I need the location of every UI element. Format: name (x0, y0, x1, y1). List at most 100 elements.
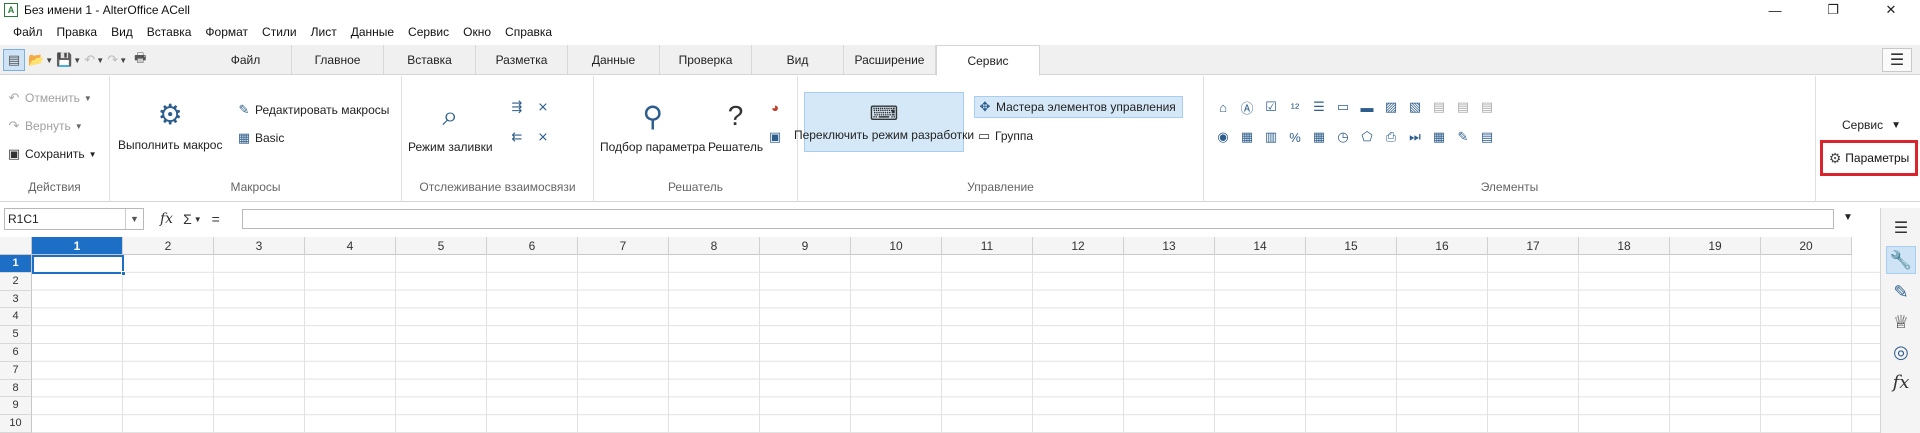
row-header[interactable]: 5 (0, 326, 32, 344)
button-control-icon[interactable]: ▬ (1358, 98, 1376, 116)
trace-dependents-icon[interactable]: ⇇ (508, 128, 526, 146)
remove-dependents-icon[interactable]: ⨯ (534, 128, 552, 146)
design-mode-button[interactable]: ⌨ Переключить режим разработки (794, 92, 974, 152)
gallery-trophy-icon[interactable]: ♕ (1886, 308, 1916, 336)
column-header[interactable]: 14 (1215, 237, 1306, 255)
row-header[interactable]: 7 (0, 361, 32, 380)
menu-data[interactable]: Данные (344, 25, 401, 39)
table-grid-icon[interactable]: ▦ (1430, 128, 1448, 146)
column-header[interactable]: 18 (1579, 237, 1670, 255)
option-button-icon[interactable]: ◉ (1214, 128, 1232, 146)
solver-button[interactable]: ? Решатель (708, 98, 763, 154)
equals-icon[interactable]: = (212, 211, 220, 227)
control-wizards-button[interactable]: ✥ Мастера элементов управления (974, 96, 1183, 118)
menu-help[interactable]: Справка (498, 25, 559, 39)
menu-window[interactable]: Окно (456, 25, 498, 39)
tab-layout[interactable]: Разметка (476, 45, 568, 75)
menu-view[interactable]: Вид (104, 25, 140, 39)
styles-icon[interactable]: ✎ (1886, 278, 1916, 306)
group-box-control-icon[interactable]: ▥ (1262, 128, 1280, 146)
redo-button[interactable]: ↷ Вернуть ▼ (6, 118, 83, 134)
column-header[interactable]: 10 (851, 237, 942, 255)
list-box-icon[interactable]: ☰ (1310, 98, 1328, 116)
row-header[interactable]: 2 (0, 272, 32, 291)
row-header[interactable]: 1 (0, 255, 32, 273)
basic-button[interactable]: ▦ Basic (236, 130, 285, 146)
column-header[interactable]: 1 (32, 237, 123, 255)
column-header[interactable]: 19 (1670, 237, 1761, 255)
combo-box-icon[interactable]: ▦ (1238, 128, 1256, 146)
column-header[interactable]: 11 (942, 237, 1033, 255)
menu-tools[interactable]: Сервис (401, 25, 456, 39)
image-button-icon[interactable]: ▧ (1406, 98, 1424, 116)
solver-chart-icon[interactable]: ◕ (766, 98, 784, 116)
save-icon[interactable]: 💾 ▼ (56, 49, 81, 71)
column-header[interactable]: 16 (1397, 237, 1488, 255)
tab-data[interactable]: Данные (568, 45, 660, 75)
tab-review[interactable]: Проверка (660, 45, 752, 75)
column-header[interactable]: 13 (1124, 237, 1215, 255)
open-folder-icon[interactable]: 📂 ▼ (28, 49, 53, 71)
sum-dropdown-icon[interactable]: ▼ (194, 215, 202, 224)
row-header[interactable]: 6 (0, 343, 32, 362)
column-header[interactable]: 7 (578, 237, 669, 255)
print-icon[interactable]: 🖶 (130, 49, 150, 71)
menu-hamburger-icon[interactable]: ☰ (1882, 48, 1912, 72)
sidebar-menu-icon[interactable]: ☰ (1886, 214, 1916, 242)
save-button[interactable]: ▣ Сохранить ▼ (6, 146, 97, 162)
menu-sheet[interactable]: Лист (304, 25, 344, 39)
navigation-bar-icon[interactable]: ⏭ (1406, 128, 1424, 146)
column-header[interactable]: 9 (760, 237, 851, 255)
image-control-icon[interactable]: ▨ (1382, 98, 1400, 116)
row-header[interactable]: 8 (0, 379, 32, 398)
row-header[interactable]: 3 (0, 290, 32, 309)
tab-file[interactable]: Файл (200, 45, 292, 75)
column-header[interactable]: 3 (214, 237, 305, 255)
column-header[interactable]: 8 (669, 237, 760, 255)
column-header[interactable]: 4 (305, 237, 396, 255)
sidebar-toggle-icon[interactable]: ▤ (3, 49, 25, 71)
menu-file[interactable]: Файл (6, 25, 50, 39)
label-tag-icon[interactable]: ⌂ (1214, 98, 1232, 116)
redo-icon[interactable]: ↷ ▼ (107, 49, 127, 71)
fill-mode-button[interactable]: ⌕ Режим заливки (408, 98, 493, 155)
tab-tools[interactable]: Сервис (936, 45, 1040, 76)
fill-handle[interactable] (121, 271, 126, 276)
file-selection-icon[interactable]: ⎙ (1382, 128, 1400, 146)
close-button[interactable]: ✕ (1862, 0, 1920, 20)
column-header[interactable]: 6 (487, 237, 578, 255)
properties-wrench-icon[interactable]: 🔧 (1886, 246, 1916, 274)
tab-insert[interactable]: Вставка (384, 45, 476, 75)
edit-form-icon[interactable]: ✎ (1454, 128, 1472, 146)
row-header[interactable]: 9 (0, 397, 32, 416)
column-header[interactable]: 2 (123, 237, 214, 255)
cell-area[interactable] (32, 255, 1880, 433)
column-header[interactable]: 20 (1761, 237, 1852, 255)
solver-options-icon[interactable]: ▣ (766, 128, 784, 146)
name-box[interactable]: R1C1 ▼ (4, 208, 144, 230)
name-box-dropdown-icon[interactable]: ▼ (125, 209, 143, 229)
tab-extension[interactable]: Расширение (844, 45, 936, 75)
row-header[interactable]: 10 (0, 415, 32, 433)
menu-edit[interactable]: Правка (50, 25, 105, 39)
expand-formula-icon[interactable]: ▼ (1843, 212, 1853, 223)
numeric-field-icon[interactable]: ¹² (1286, 98, 1304, 116)
table-control-icon[interactable]: ▤ (1478, 98, 1496, 116)
trace-precedents-icon[interactable]: ⇶ (508, 98, 526, 116)
row-header[interactable]: 4 (0, 308, 32, 327)
column-header[interactable]: 15 (1306, 237, 1397, 255)
undo-button[interactable]: ↶ Отменить ▼ (6, 90, 92, 106)
active-cell[interactable] (32, 255, 124, 274)
group-button[interactable]: ▭ Группа (976, 128, 1033, 144)
functions-icon[interactable]: fx (1886, 368, 1916, 396)
menu-format[interactable]: Формат (198, 25, 255, 39)
tab-home[interactable]: Главное (292, 45, 384, 75)
column-header[interactable]: 17 (1488, 237, 1579, 255)
currency-field-icon[interactable]: ⬠ (1358, 128, 1376, 146)
navigator-icon[interactable]: ◎ (1886, 338, 1916, 366)
goal-seek-button[interactable]: ⚲ Подбор параметра (600, 98, 705, 155)
function-wizard-icon[interactable]: fx (160, 211, 173, 227)
run-macro-button[interactable]: ⚙ Выполнить макрос (118, 96, 222, 153)
options-button[interactable]: ⚙ Параметры (1820, 140, 1918, 176)
column-header[interactable]: 5 (396, 237, 487, 255)
